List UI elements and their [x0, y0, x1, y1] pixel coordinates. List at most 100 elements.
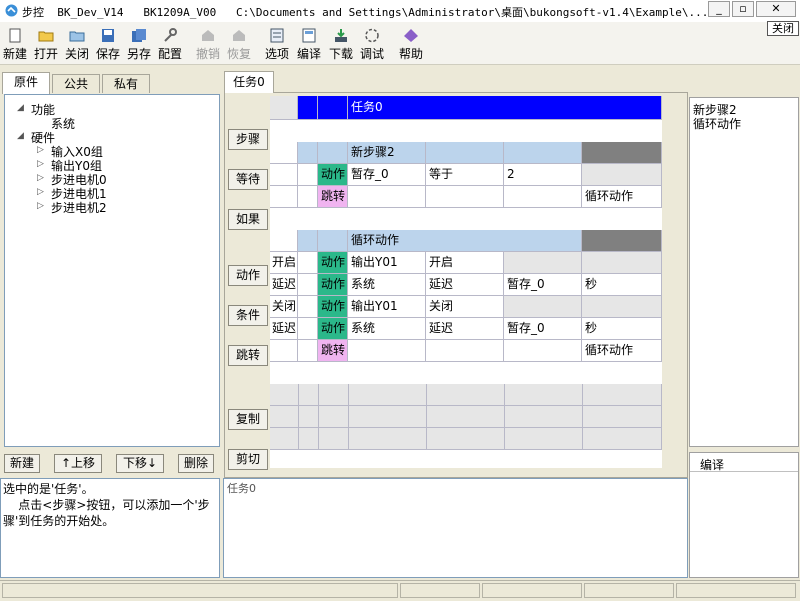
grid-cell[interactable]: [504, 252, 582, 274]
grid-cell[interactable]: [298, 96, 318, 120]
expanded-arrow-icon[interactable]: ◢: [17, 131, 24, 141]
cut-button[interactable]: 剪切: [228, 449, 268, 470]
grid-cell[interactable]: 关闭: [426, 296, 504, 318]
grid-cell[interactable]: 暂存_0: [504, 318, 582, 340]
action-type-cell[interactable]: 动作: [318, 252, 348, 274]
grid-cell[interactable]: [504, 340, 582, 362]
grid-cell[interactable]: [582, 230, 662, 252]
grid-cell[interactable]: [318, 230, 348, 252]
empty-row[interactable]: [270, 406, 662, 428]
task-title-cell[interactable]: 任务0: [348, 96, 662, 120]
grid-cell[interactable]: 系统: [348, 318, 426, 340]
grid-cell[interactable]: [582, 296, 662, 318]
toolbar-compile-button[interactable]: 编译: [294, 28, 324, 62]
tab-private[interactable]: 私有: [102, 74, 150, 93]
action-type-cell[interactable]: 动作: [318, 318, 348, 340]
grid-cell[interactable]: 秒: [582, 318, 662, 340]
grid-cell[interactable]: [270, 142, 298, 164]
collapsed-arrow-icon[interactable]: ▷: [37, 201, 44, 211]
grid-cell[interactable]: [318, 142, 348, 164]
grid-cell[interactable]: [298, 340, 318, 362]
toolbar-save-button[interactable]: 保存: [93, 28, 123, 62]
step-name-cell[interactable]: 循环动作: [348, 230, 582, 252]
grid-cell[interactable]: [426, 142, 504, 164]
tab-components[interactable]: 原件: [2, 72, 50, 94]
action-type-cell[interactable]: 动作: [318, 274, 348, 296]
grid-cell[interactable]: [504, 296, 582, 318]
action-type-cell[interactable]: 动作: [318, 164, 348, 186]
grid-cell[interactable]: [426, 186, 504, 208]
grid-cell[interactable]: [582, 252, 662, 274]
toolbar-save-as-button[interactable]: 另存: [124, 28, 154, 62]
row-label-cell[interactable]: 延迟: [270, 318, 298, 340]
grid-cell[interactable]: [318, 96, 348, 120]
tab-task0[interactable]: 任务0: [224, 71, 274, 93]
collapsed-arrow-icon[interactable]: ▷: [37, 159, 44, 169]
action-button[interactable]: 动作: [228, 265, 268, 286]
tab-public[interactable]: 公共: [52, 74, 100, 93]
grid-cell[interactable]: 暂存_0: [348, 164, 426, 186]
grid-cell[interactable]: [270, 186, 298, 208]
empty-row[interactable]: [270, 384, 662, 406]
grid-cell[interactable]: 开启: [426, 252, 504, 274]
grid-cell[interactable]: [348, 186, 426, 208]
grid-cell[interactable]: [504, 142, 582, 164]
jump-button[interactable]: 跳转: [228, 345, 268, 366]
grid-cell[interactable]: [270, 164, 298, 186]
jump-target-cell[interactable]: 循环动作: [582, 186, 662, 208]
grid-cell[interactable]: [348, 340, 426, 362]
minimize-button[interactable]: _: [708, 1, 730, 17]
toolbar-new-button[interactable]: 新建: [0, 28, 30, 62]
collapsed-arrow-icon[interactable]: ▷: [37, 145, 44, 155]
action-type-cell[interactable]: 动作: [318, 296, 348, 318]
grid-cell[interactable]: [298, 230, 318, 252]
grid-cell[interactable]: [298, 252, 318, 274]
collapsed-arrow-icon[interactable]: ▷: [37, 173, 44, 183]
empty-row[interactable]: [270, 428, 662, 450]
grid-cell[interactable]: [582, 142, 662, 164]
grid-cell[interactable]: [426, 340, 504, 362]
grid-cell[interactable]: 输出Y01: [348, 252, 426, 274]
step-list-item[interactable]: 循环动作: [693, 115, 741, 132]
row-label-cell[interactable]: 开启: [270, 252, 298, 274]
grid-cell[interactable]: 暂存_0: [504, 274, 582, 296]
close-button[interactable]: ✕: [756, 1, 796, 17]
copy-button[interactable]: 复制: [228, 409, 268, 430]
grid-cell[interactable]: [582, 164, 662, 186]
toolbar-options-button[interactable]: 选项: [262, 28, 292, 62]
grid-cell[interactable]: [504, 186, 582, 208]
collapsed-arrow-icon[interactable]: ▷: [37, 187, 44, 197]
grid-cell[interactable]: 延迟: [426, 274, 504, 296]
toolbar-download-button[interactable]: 下载: [326, 28, 356, 62]
grid-cell[interactable]: [298, 296, 318, 318]
grid-cell[interactable]: [298, 186, 318, 208]
row-label-cell[interactable]: 关闭: [270, 296, 298, 318]
grid-cell[interactable]: [270, 230, 298, 252]
jump-target-cell[interactable]: 循环动作: [582, 340, 662, 362]
grid-cell[interactable]: [298, 274, 318, 296]
if-button[interactable]: 如果: [228, 209, 268, 230]
step-name-cell[interactable]: 新步骤2: [348, 142, 426, 164]
move-up-button[interactable]: ↑上移: [54, 454, 102, 473]
toolbar-redo-button[interactable]: 恢复: [224, 28, 254, 62]
toolbar-config-button[interactable]: 配置: [155, 28, 185, 62]
restore-button[interactable]: ▫: [732, 1, 754, 17]
grid-cell[interactable]: 秒: [582, 274, 662, 296]
wait-button[interactable]: 等待: [228, 169, 268, 190]
grid-cell[interactable]: 等于: [426, 164, 504, 186]
jump-type-cell[interactable]: 跳转: [318, 340, 348, 362]
grid-cell[interactable]: 输出Y01: [348, 296, 426, 318]
grid-cell[interactable]: [298, 142, 318, 164]
tree-node-stepper-2[interactable]: 步进电机2: [51, 199, 107, 216]
grid-cell[interactable]: [270, 340, 298, 362]
toolbar-help-button[interactable]: 帮助: [396, 28, 426, 62]
grid-cell[interactable]: [298, 318, 318, 340]
toolbar-debug-button[interactable]: 调试: [357, 28, 387, 62]
toolbar-open-button[interactable]: 打开: [31, 28, 61, 62]
task-grid[interactable]: 任务0 新步骤2 动作 暂存_0 等于 2 跳转 循环动作 循环动作 开启 动作…: [270, 96, 662, 468]
toolbar-close-button[interactable]: 关闭: [62, 28, 92, 62]
grid-cell[interactable]: [298, 164, 318, 186]
grid-cell[interactable]: 系统: [348, 274, 426, 296]
new-component-button[interactable]: 新建: [4, 454, 40, 473]
toolbar-undo-button[interactable]: 撤销: [193, 28, 223, 62]
